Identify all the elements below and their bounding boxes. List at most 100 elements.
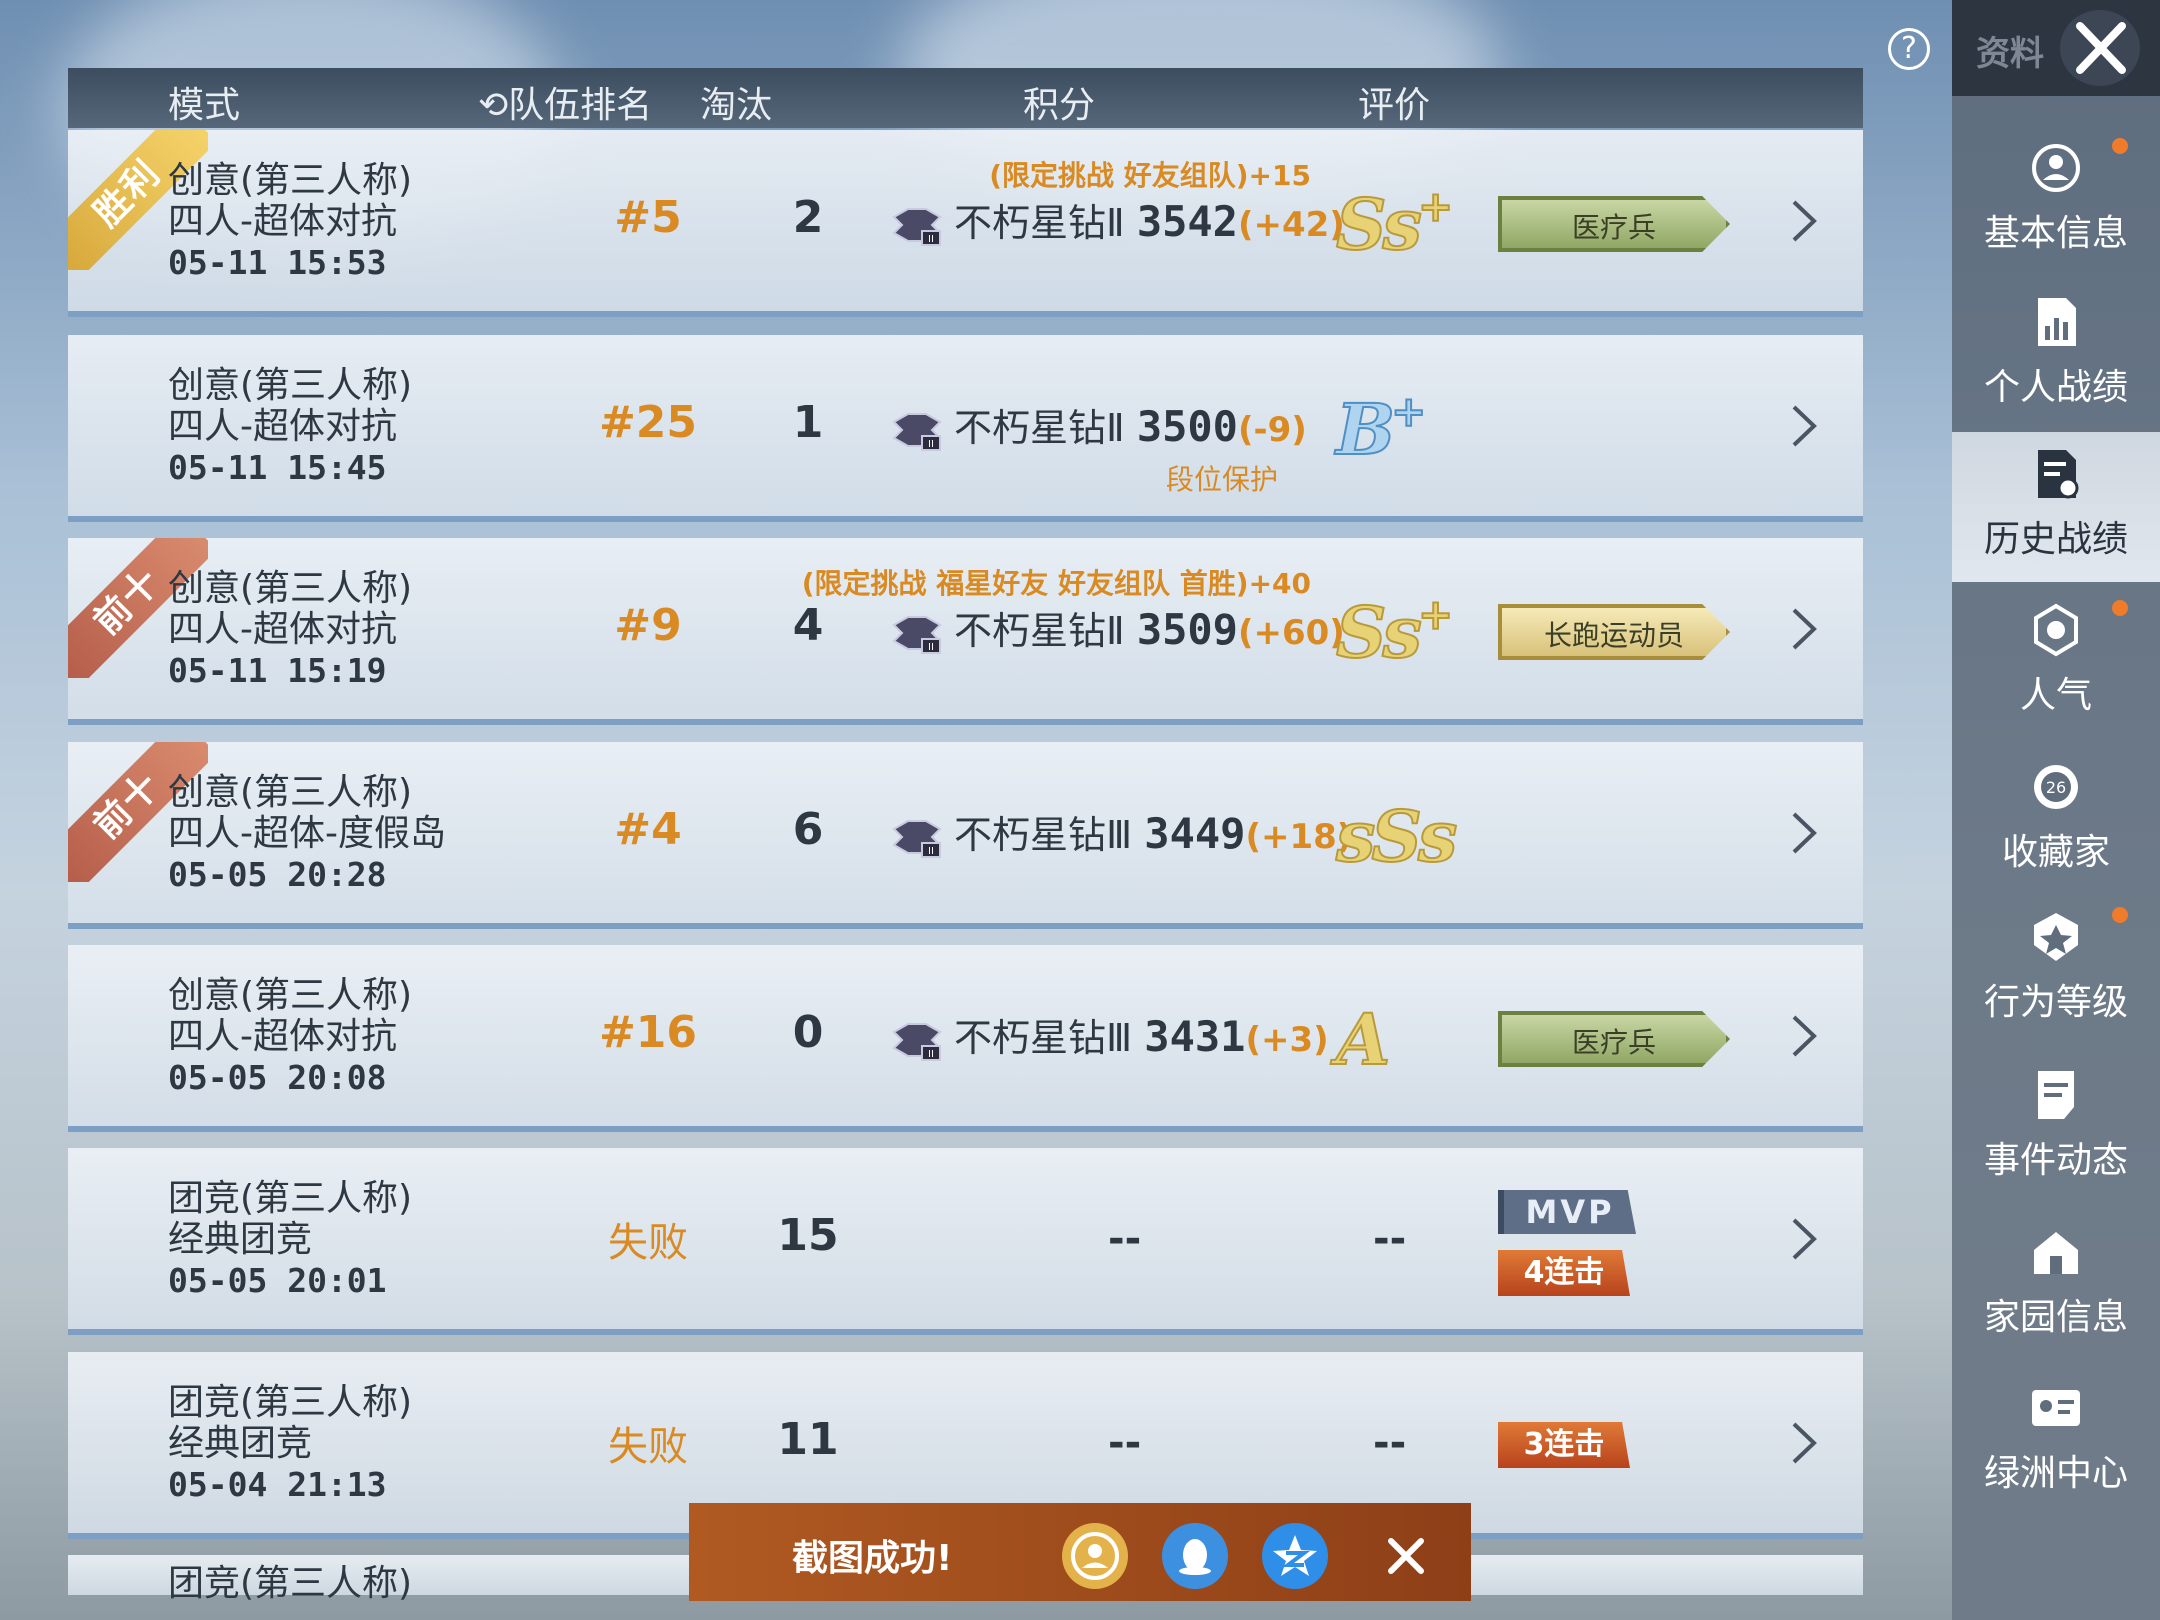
chevron-right-icon[interactable] — [1788, 1420, 1820, 1466]
match-time: 05-05 20:08 — [168, 1058, 387, 1097]
game-friends-share-button[interactable] — [1062, 1523, 1128, 1589]
sidebar-item-label: 收藏家 — [2001, 832, 2110, 873]
qzone-share-button[interactable] — [1262, 1523, 1328, 1589]
sidebar-item-label: 个人战绩 — [1983, 367, 2128, 408]
table-row[interactable]: 前十 创意(第三人称) 四人-超体-度假岛 05-05 20:28 #4 6 II 不朽星钻Ⅲ… — [68, 742, 1863, 929]
chevron-right-icon[interactable] — [1788, 403, 1820, 449]
match-mode: 团竞(第三人称) — [168, 1563, 413, 1604]
match-info: 创意(第三人称) 四人-超体对抗 05-05 20:08 — [168, 975, 412, 1098]
role-tag: 医疗兵 — [1498, 196, 1730, 252]
grade-plus: + — [1390, 386, 1427, 437]
tier-badge-icon: II — [892, 1022, 942, 1061]
match-submode: 四人-超体对抗 — [168, 201, 397, 242]
match-mode: 创意(第三人称) — [168, 568, 413, 609]
chevron-right-icon[interactable] — [1788, 198, 1820, 244]
chevron-right-icon[interactable] — [1788, 606, 1820, 652]
sidebar: 资料 基本信息个人战绩历史战绩人气 26 收藏家行为等级事件动态 家园信息 绿洲中心 — [1952, 0, 2160, 1620]
header-kills: 淘汰 — [700, 85, 773, 126]
chevron-right-icon[interactable] — [1788, 810, 1820, 856]
history-doc-icon — [2038, 450, 2079, 499]
notification-dot — [2112, 600, 2128, 616]
svg-text:26: 26 — [2046, 778, 2066, 797]
sidebar-item[interactable]: 绿洲中心 — [1952, 1366, 2160, 1516]
chevron-right-icon[interactable] — [1788, 1013, 1820, 1059]
table-header: 模式 ⟲队伍排名 淘汰 积分 评价 — [68, 68, 1863, 128]
role-tag: 长跑运动员 — [1498, 604, 1730, 660]
tier-name: 不朽星钻Ⅱ — [954, 609, 1125, 653]
tier-badge-icon: II — [892, 819, 942, 858]
chart-doc-icon — [2038, 298, 2076, 346]
table-row[interactable]: 前十 创意(第三人称) 四人-超体对抗 05-11 15:19 #9 4 II 不朽星钻Ⅱ 3… — [68, 538, 1863, 725]
rating-empty: -- — [1373, 1420, 1407, 1466]
behavior-shield-icon — [2034, 913, 2078, 961]
chevron-right-icon[interactable] — [1788, 1216, 1820, 1262]
sidebar-item[interactable]: 26 收藏家 — [1952, 745, 2160, 895]
screenshot-toast: 截图成功! — [689, 1503, 1471, 1601]
header-rating: 评价 — [1358, 85, 1431, 126]
svg-text:II: II — [928, 234, 934, 245]
table-row[interactable]: 创意(第三人称) 四人-超体对抗 05-11 15:45 #25 1 II 不朽星钻Ⅱ 35… — [68, 335, 1863, 522]
match-info: 创意(第三人称) 四人-超体对抗 05-11 15:19 — [168, 568, 412, 691]
help-icon[interactable]: ? — [1888, 28, 1930, 70]
sidebar-title: 资料 — [1976, 34, 2044, 74]
table-row[interactable]: 胜利 创意(第三人称) 四人-超体对抗 05-11 15:53 #5 2 II 不朽星钻Ⅱ 3… — [68, 130, 1863, 317]
match-time: 05-11 15:19 — [168, 651, 387, 690]
score-cell: II 不朽星钻Ⅲ 3449(+18) — [888, 804, 1352, 858]
sidebar-item[interactable]: 家园信息 — [1952, 1210, 2160, 1360]
tier-badge-icon: II — [892, 412, 942, 451]
table-row[interactable]: 创意(第三人称) 四人-超体对抗 05-05 20:08 #16 0 II 不朽星钻Ⅲ 34… — [68, 945, 1863, 1132]
sidebar-item-label: 历史战绩 — [1983, 519, 2128, 560]
score-bonus: (限定挑战 福星好友 好友组队 首胜)+40 — [801, 567, 1311, 600]
header-team-rank[interactable]: ⟲队伍排名 — [478, 76, 652, 128]
match-submode: 四人-超体对抗 — [168, 1016, 397, 1057]
toast-close-button[interactable] — [1373, 1523, 1439, 1589]
score-cell: II 不朽星钻Ⅱ 3500(-9) — [888, 397, 1307, 451]
match-submode: 经典团竞 — [168, 1423, 313, 1464]
match-info: 创意(第三人称) 四人-超体-度假岛 05-05 20:28 — [168, 772, 446, 895]
toast-text: 截图成功! — [792, 1538, 953, 1579]
svg-text:II: II — [928, 846, 934, 857]
sidebar-item[interactable]: 个人战绩 — [1952, 280, 2160, 430]
match-time: 05-05 20:01 — [168, 1261, 387, 1300]
sidebar-item[interactable]: 事件动态 — [1952, 1053, 2160, 1203]
rating-grade: A — [1335, 997, 1391, 1082]
header-mode: 模式 — [168, 85, 241, 126]
notification-dot — [2112, 907, 2128, 923]
match-time: 05-11 15:53 — [168, 243, 387, 282]
score-points: 3509 — [1136, 605, 1238, 654]
sidebar-item[interactable]: 历史战绩 — [1952, 432, 2160, 582]
score-cell: II 不朽星钻Ⅲ 3431(+3) — [888, 1007, 1329, 1061]
match-info: 团竞(第三人称) 经典团竞 05-05 20:01 — [168, 1178, 412, 1301]
tier-name: 不朽星钻Ⅱ — [954, 201, 1125, 245]
score-delta: (+3) — [1245, 1020, 1329, 1060]
score-bonus: (限定挑战 好友组队)+15 — [989, 159, 1311, 192]
sidebar-item[interactable]: 基本信息 — [1952, 126, 2160, 276]
role-tag: 医疗兵 — [1498, 1011, 1730, 1067]
qq-share-button[interactable] — [1162, 1523, 1228, 1589]
refresh-icon: ⟲ — [478, 85, 509, 126]
sidebar-item-label: 行为等级 — [1983, 982, 2128, 1023]
grade-plus: + — [1417, 181, 1454, 232]
score-delta: (-9) — [1237, 410, 1307, 450]
match-info: 创意(第三人称) 四人-超体对抗 05-11 15:45 — [168, 365, 412, 488]
grade-letter: Ss — [1335, 182, 1423, 267]
header-score: 积分 — [1023, 85, 1096, 126]
match-mode: 团竞(第三人称) — [168, 1178, 413, 1219]
match-mode: 创意(第三人称) — [168, 365, 413, 406]
match-time: 05-04 21:13 — [168, 1465, 387, 1504]
match-info: 创意(第三人称) 四人-超体对抗 05-11 15:53 — [168, 160, 412, 283]
sidebar-item[interactable]: 人气 — [1952, 588, 2160, 738]
match-time: 05-05 20:28 — [168, 855, 387, 894]
match-mode: 创意(第三人称) — [168, 975, 413, 1016]
qzone-icon — [1273, 1535, 1317, 1576]
close-button[interactable] — [2060, 10, 2140, 86]
grade-plus: + — [1417, 589, 1454, 640]
sidebar-item[interactable]: 行为等级 — [1952, 895, 2160, 1045]
match-submode: 四人-超体对抗 — [168, 609, 397, 650]
svg-text:II: II — [928, 1049, 934, 1060]
kill-count: 6 — [792, 804, 824, 855]
table-row[interactable]: 团竞(第三人称) 经典团竞 05-05 20:01 失败 15 -- -- MVP 4连击 — [68, 1148, 1863, 1335]
score-empty: -- — [1108, 1420, 1142, 1466]
match-submode: 经典团竞 — [168, 1219, 313, 1260]
rating-grade: Ss+ — [1335, 589, 1454, 675]
